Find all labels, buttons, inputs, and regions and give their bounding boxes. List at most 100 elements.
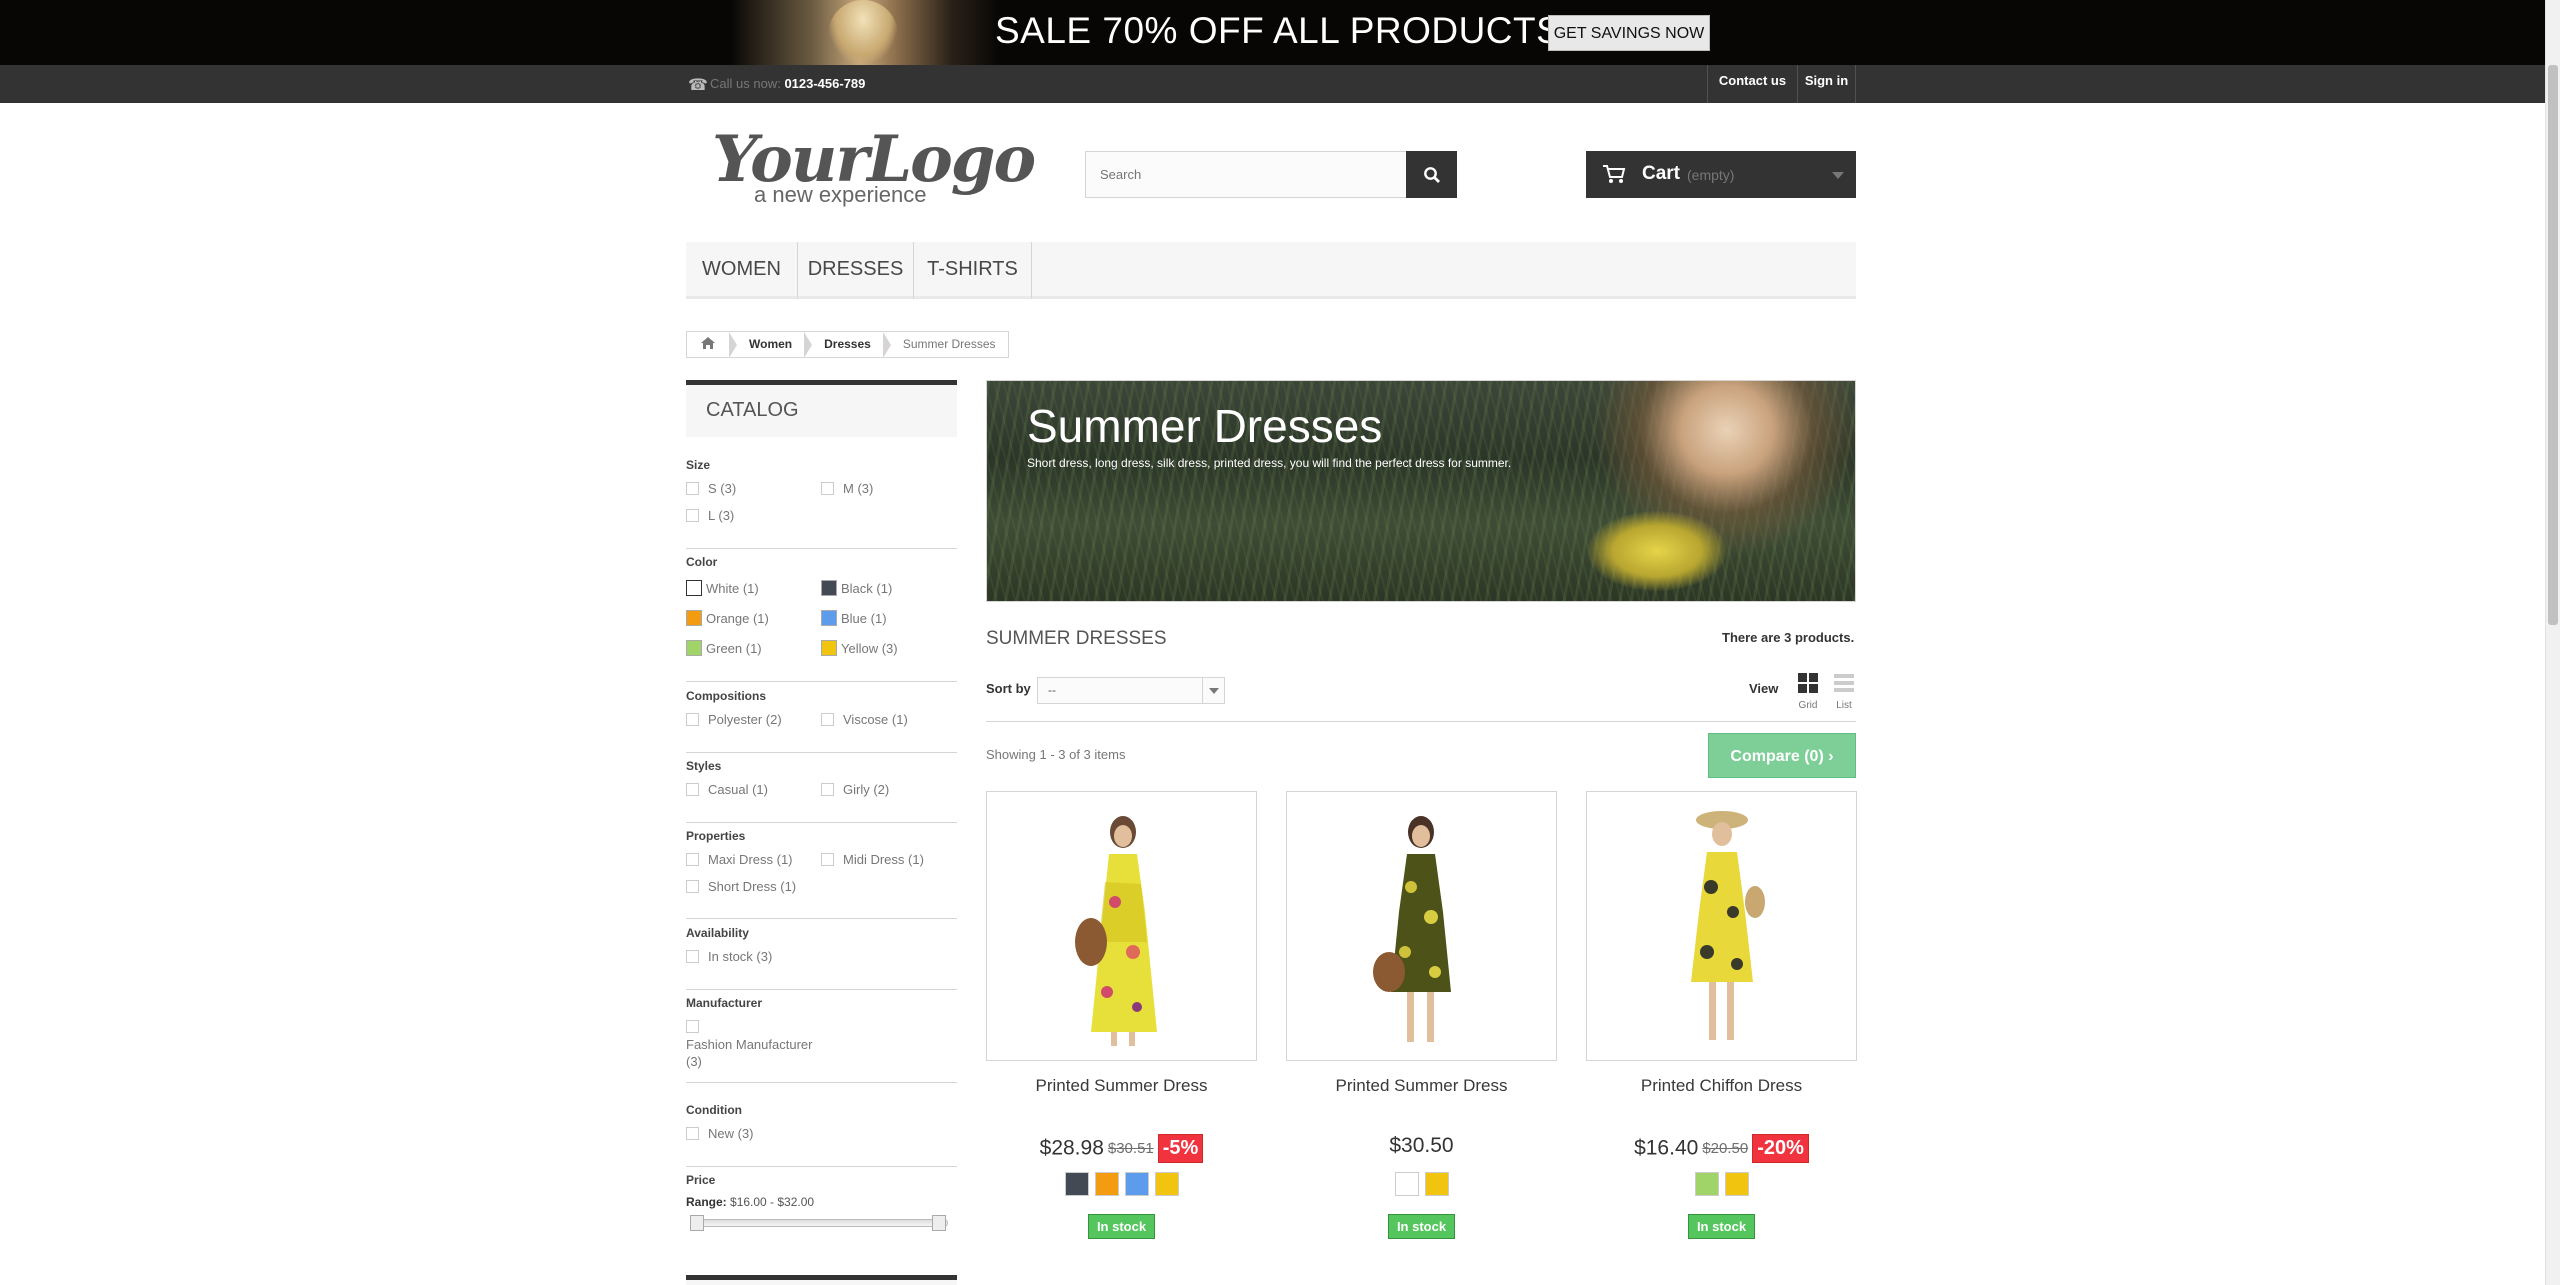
color-swatch[interactable] [686, 640, 702, 656]
product-name[interactable]: Printed Chiffon Dress [1586, 1076, 1857, 1096]
divider [986, 721, 1856, 722]
dress-photo [1075, 816, 1157, 1046]
color-option-blue[interactable]: Blue (1) [821, 610, 887, 626]
breadcrumb-dresses[interactable]: Dresses [812, 332, 883, 357]
color-swatch[interactable] [1724, 1172, 1749, 1196]
filter-option[interactable]: Midi Dress (1) [821, 852, 924, 867]
menu-item-dresses[interactable]: DRESSES [798, 242, 914, 299]
filter-option[interactable]: Maxi Dress (1) [686, 852, 793, 867]
filter-availability: Availability In stock (3) [686, 926, 957, 990]
price-slider-min-handle[interactable] [690, 1215, 704, 1231]
sign-in-link[interactable]: Sign in [1797, 65, 1856, 103]
filter-option-label: L (3) [708, 508, 735, 523]
filter-manufacturer-title: Manufacturer [686, 996, 763, 1010]
search-input[interactable] [1086, 152, 1406, 197]
checkbox[interactable] [686, 880, 699, 893]
color-option-green[interactable]: Green (1) [686, 640, 762, 656]
scrollbar[interactable] [2545, 0, 2560, 1285]
color-swatch[interactable] [1124, 1172, 1149, 1196]
menu-item-t-shirts[interactable]: T-SHIRTS [914, 242, 1032, 299]
color-option-label: Blue (1) [841, 611, 887, 626]
list-view-button[interactable]: List [1831, 672, 1857, 711]
checkbox[interactable] [686, 1020, 699, 1033]
filter-option-count: (3) [686, 1054, 702, 1069]
main-menu: WOMEN DRESSES T-SHIRTS [686, 242, 1856, 299]
contact-us-link[interactable]: Contact us [1707, 65, 1797, 103]
color-swatch[interactable] [1394, 1172, 1419, 1196]
chevron-down-icon [1832, 172, 1844, 179]
product-card[interactable]: Printed Summer Dress $30.50 In stock [1286, 791, 1557, 1239]
checkbox[interactable] [686, 853, 699, 866]
promo-message: SALE 70% OFF ALL PRODUCTS [995, 10, 1562, 51]
filter-option[interactable]: Girly (2) [821, 782, 889, 797]
filter-color: Color White (1) Black (1) Orange (1) Blu… [686, 555, 957, 682]
color-option-orange[interactable]: Orange (1) [686, 610, 769, 626]
checkbox[interactable] [686, 713, 699, 726]
chevron-down-icon [1202, 678, 1224, 703]
color-option-white[interactable]: White (1) [686, 580, 759, 596]
grid-view-button[interactable]: Grid [1795, 672, 1821, 711]
color-swatch[interactable] [1694, 1172, 1719, 1196]
cart-button[interactable]: Cart (empty) [1586, 151, 1856, 198]
filter-option-label: Short Dress (1) [708, 879, 797, 894]
product-image[interactable] [986, 791, 1257, 1061]
product-price-row: $30.50 [1286, 1134, 1557, 1158]
color-option-yellow[interactable]: Yellow (3) [821, 640, 898, 656]
color-swatch[interactable] [686, 580, 702, 596]
color-swatch[interactable] [1154, 1172, 1179, 1196]
filter-option[interactable]: Casual (1) [686, 782, 768, 797]
filter-option[interactable]: Viscose (1) [821, 712, 908, 727]
product-name[interactable]: Printed Summer Dress [986, 1076, 1257, 1096]
page: SALE 70% OFF ALL PRODUCTS GET SAVINGS NO… [0, 0, 2560, 1285]
filter-option[interactable]: L (3) [686, 508, 734, 523]
color-option-black[interactable]: Black (1) [821, 580, 892, 596]
product-image[interactable] [1586, 791, 1857, 1061]
checkbox[interactable] [686, 482, 699, 495]
checkbox[interactable] [686, 783, 699, 796]
color-swatch[interactable] [821, 580, 837, 596]
checkbox[interactable] [686, 950, 699, 963]
product-card[interactable]: Printed Summer Dress $28.98 $30.51 -5% In … [986, 791, 1257, 1239]
checkbox[interactable] [821, 783, 834, 796]
filter-option[interactable]: S (3) [686, 481, 736, 496]
dress-photo [1691, 811, 1765, 1040]
filter-option[interactable]: Polyester (2) [686, 712, 782, 727]
checkbox[interactable] [821, 713, 834, 726]
color-option-label: White (1) [706, 581, 759, 596]
checkbox[interactable] [686, 509, 699, 522]
list-icon [1834, 674, 1854, 692]
filter-color-title: Color [686, 555, 718, 569]
scrollbar-thumb[interactable] [2548, 65, 2558, 625]
price-slider[interactable] [686, 1215, 950, 1231]
get-savings-button[interactable]: GET SAVINGS NOW [1548, 15, 1710, 51]
product-image[interactable] [1286, 791, 1557, 1061]
menu-item-women[interactable]: WOMEN [686, 242, 798, 299]
filter-option[interactable]: M (3) [821, 481, 873, 496]
checkbox[interactable] [821, 853, 834, 866]
promo-banner[interactable]: SALE 70% OFF ALL PRODUCTS GET SAVINGS NO… [0, 0, 2545, 65]
color-swatch[interactable] [1094, 1172, 1119, 1196]
product-card[interactable]: Printed Chiffon Dress $16.40 $20.50 -20% I… [1586, 791, 1857, 1239]
color-swatch[interactable] [1064, 1172, 1089, 1196]
compare-label: Compare (0) [1730, 748, 1824, 765]
product-name[interactable]: Printed Summer Dress [1286, 1076, 1557, 1096]
filter-option[interactable]: In stock (3) [686, 949, 772, 964]
compare-button[interactable]: Compare (0) › [1708, 733, 1856, 778]
logo[interactable]: YourLogo a new experience [704, 122, 1036, 218]
catalog-sidebar: CATALOG [686, 380, 957, 437]
filter-option[interactable]: New (3) [686, 1126, 754, 1141]
product-old-price: $20.50 [1702, 1140, 1749, 1157]
checkbox[interactable] [686, 1127, 699, 1140]
color-swatch[interactable] [821, 640, 837, 656]
color-swatch[interactable] [1424, 1172, 1449, 1196]
color-swatch[interactable] [821, 610, 837, 626]
color-swatch[interactable] [686, 610, 702, 626]
search-button[interactable] [1406, 151, 1457, 198]
price-slider-max-handle[interactable] [932, 1215, 946, 1231]
checkbox[interactable] [821, 482, 834, 495]
filter-option[interactable] [686, 1019, 708, 1034]
sort-select[interactable]: -- [1037, 677, 1225, 704]
filter-option[interactable]: Short Dress (1) [686, 879, 796, 894]
breadcrumb-home[interactable] [687, 332, 729, 357]
breadcrumb-women[interactable]: Women [737, 332, 804, 357]
